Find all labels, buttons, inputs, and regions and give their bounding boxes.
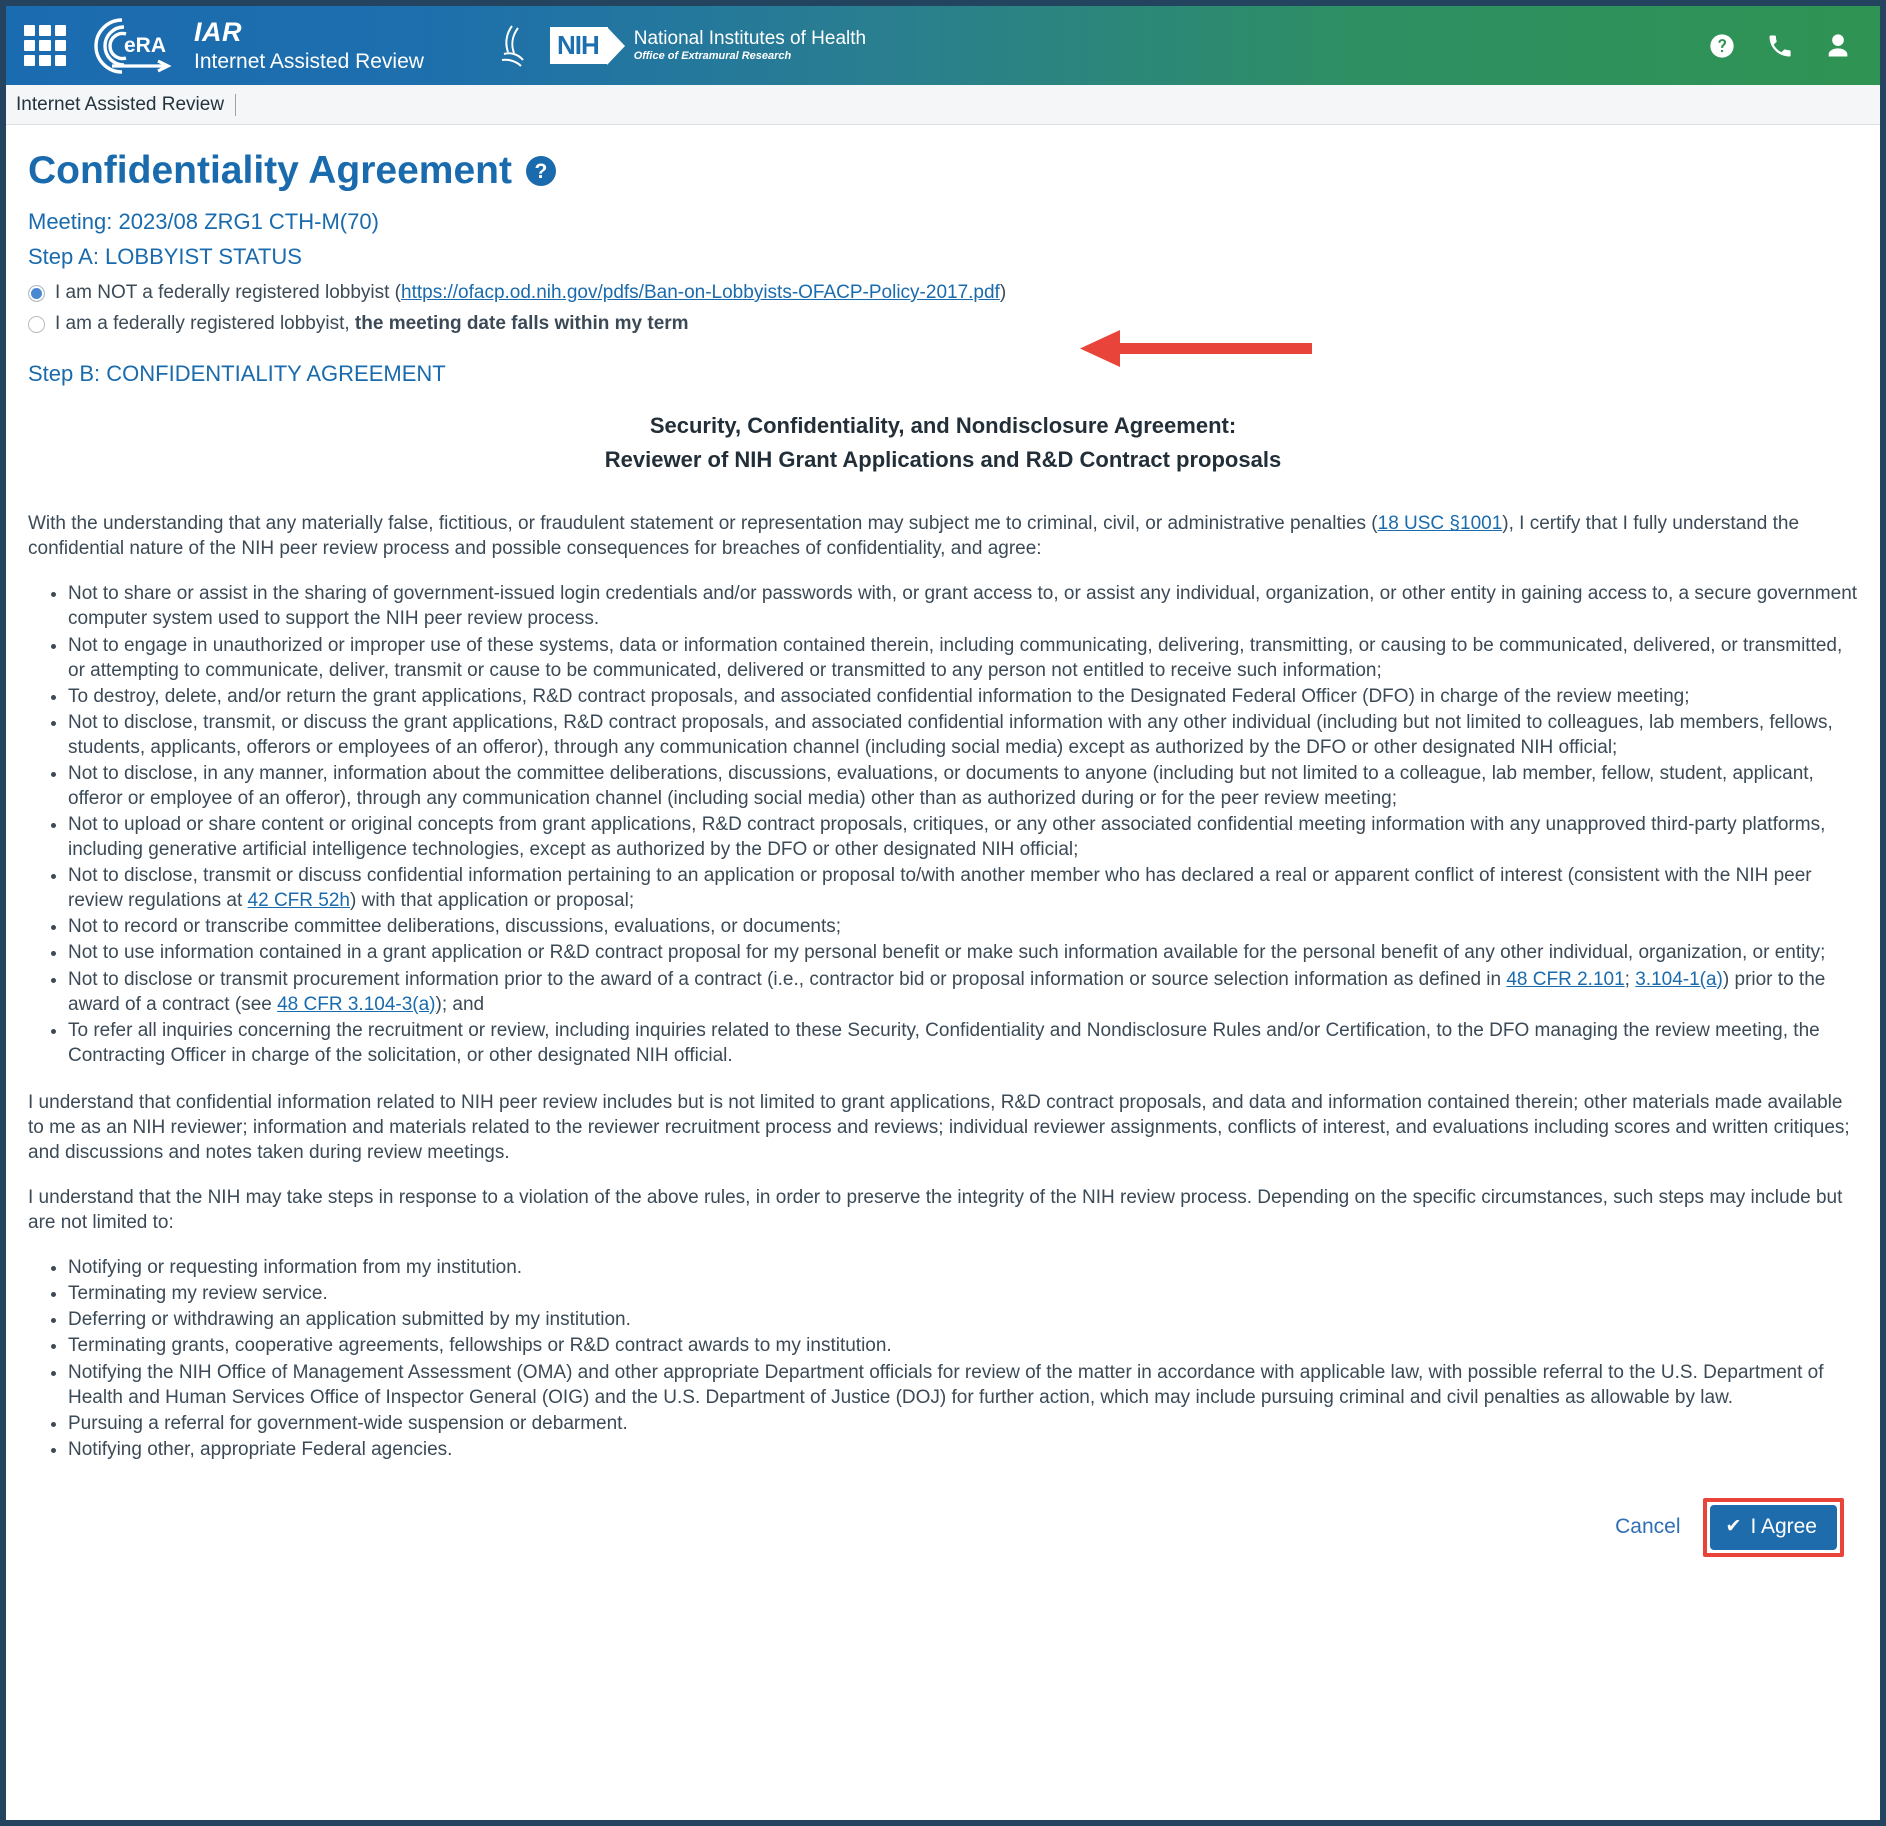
page-help-icon[interactable]: ? xyxy=(525,156,556,186)
app-title-block: IAR Internet Assisted Review xyxy=(194,17,424,74)
step-b-heading: Step B: CONFIDENTIALITY AGREEMENT xyxy=(28,361,446,386)
lobbyist-option-2-label: I am a federally registered lobbyist, th… xyxy=(55,313,689,335)
application-window: eRA IAR Internet Assisted Review NIH Nat… xyxy=(6,6,1880,1820)
rule-item: Not to engage in unauthorized or imprope… xyxy=(68,633,1858,683)
cfr-52h-link[interactable]: 42 CFR 52h xyxy=(248,890,350,911)
proc-separator: ; xyxy=(1624,968,1636,990)
agreement-intro-paragraph: With the understanding that any material… xyxy=(28,511,1858,561)
help-icon[interactable] xyxy=(1708,32,1736,60)
nih-subtitle-line: Office of Extramural Research xyxy=(633,50,792,63)
page-title-text: Confidentiality Agreement xyxy=(28,149,512,192)
intro-part-1: With the understanding that any material… xyxy=(28,513,1378,535)
rule-item: Not to share or assist in the sharing of… xyxy=(68,581,1858,631)
era-logo-icon[interactable]: eRA xyxy=(88,14,180,78)
app-full-name: Internet Assisted Review xyxy=(194,49,424,73)
header-actions xyxy=(1708,32,1852,60)
rule-item: To destroy, delete, and/or return the gr… xyxy=(68,684,1858,709)
lobbyist-policy-link[interactable]: https://ofacp.od.nih.gov/pdfs/Ban-on-Lob… xyxy=(401,282,1000,303)
rule-item: Not to use information contained in a gr… xyxy=(68,940,1858,965)
step-a-heading: Step A: LOBBYIST STATUS xyxy=(28,244,302,269)
rule-item: To refer all inquiries concerning the re… xyxy=(68,1018,1858,1068)
i-agree-button[interactable]: ✔ I Agree xyxy=(1709,1504,1837,1550)
step-item: Deferring or withdrawing an application … xyxy=(68,1307,1858,1332)
agreement-title-line-1: Security, Confidentiality, and Nondisclo… xyxy=(649,413,1237,438)
breadcrumb-item-internet-assisted-review[interactable]: Internet Assisted Review xyxy=(16,93,237,116)
cancel-button[interactable]: Cancel xyxy=(1603,1509,1692,1545)
option2-text-bold: the meeting date falls within my term xyxy=(354,313,689,334)
rule-item: Not to disclose, transmit, or discuss th… xyxy=(68,710,1858,760)
paragraph-confidential-information: I understand that confidential informati… xyxy=(28,1091,1850,1163)
rule-item: Not to upload or share content or origin… xyxy=(68,812,1858,862)
step-item: Terminating my review service. xyxy=(68,1281,1858,1306)
step-item: Notifying the NIH Office of Management A… xyxy=(68,1360,1858,1410)
user-icon[interactable] xyxy=(1824,32,1852,60)
lobbyist-option-1[interactable]: I am NOT a federally registered lobbyist… xyxy=(28,282,1858,304)
lobbyist-option-2[interactable]: I am a federally registered lobbyist, th… xyxy=(28,313,1858,335)
cfr-2101-link[interactable]: 48 CFR 2.101 xyxy=(1506,969,1624,990)
nih-badge-text: NIH xyxy=(549,27,625,65)
rule-item: Not to record or transcribe committee de… xyxy=(68,914,1858,939)
radio-not-lobbyist[interactable] xyxy=(28,285,45,302)
form-actions: Cancel ✔ I Agree xyxy=(28,1497,1844,1557)
rule-item: Not to disclose, in any manner, informat… xyxy=(68,761,1858,811)
agreement-title-line-2: Reviewer of NIH Grant Applications and R… xyxy=(604,447,1282,473)
step-item: Terminating grants, cooperative agreemen… xyxy=(68,1333,1858,1358)
page-content: Confidentiality Agreement ? Meeting: 202… xyxy=(6,125,1880,1557)
meeting-label: Meeting: 2023/08 ZRG1 CTH-M(70) xyxy=(28,209,379,234)
page-title: Confidentiality Agreement ? xyxy=(28,149,1858,193)
agreement-rules-list: Not to share or assist in the sharing of… xyxy=(28,581,1858,1067)
violation-steps-list: Notifying or requesting information from… xyxy=(28,1255,1858,1462)
svg-text:eRA: eRA xyxy=(124,34,166,57)
lobbyist-option-1-label: I am NOT a federally registered lobbyist… xyxy=(55,282,1006,304)
hhs-logo-icon xyxy=(496,22,536,70)
option2-text-plain: I am a federally registered lobbyist, xyxy=(55,313,355,334)
top-header-bar: eRA IAR Internet Assisted Review NIH Nat… xyxy=(6,6,1880,85)
proc-part-1: Not to disclose or transmit procurement … xyxy=(68,968,1507,990)
rule-item-procurement: Not to disclose or transmit procurement … xyxy=(68,967,1858,1017)
cfr-3104-1a-link[interactable]: 3.104-1(a) xyxy=(1635,969,1723,990)
nih-logo: NIH National Institutes of Health Office… xyxy=(549,27,867,65)
usc-1001-link[interactable]: 18 USC §1001 xyxy=(1378,513,1503,534)
proc-part-3: ); and xyxy=(435,993,485,1015)
step-item: Notifying other, appropriate Federal age… xyxy=(68,1437,1858,1462)
phone-icon[interactable] xyxy=(1766,32,1794,60)
radio-is-lobbyist[interactable] xyxy=(28,316,45,333)
nih-title-line: National Institutes of Health xyxy=(633,27,867,49)
breadcrumb: Internet Assisted Review xyxy=(6,85,1880,125)
rule-item-conflict-of-interest: Not to disclose, transmit or discuss con… xyxy=(68,863,1858,913)
cfr-3104-3a-link[interactable]: 48 CFR 3.104-3(a) xyxy=(277,994,435,1015)
step-item: Notifying or requesting information from… xyxy=(68,1255,1858,1280)
option1-text-after: ) xyxy=(999,282,1007,303)
coi-part-2: ) with that application or proposal; xyxy=(350,890,635,912)
agree-button-highlight: ✔ I Agree xyxy=(1702,1497,1844,1557)
step-item: Pursuing a referral for government-wide … xyxy=(68,1411,1858,1436)
agreement-title: Security, Confidentiality, and Nondisclo… xyxy=(28,409,1858,477)
paragraph-violation-steps: I understand that the NIH may take steps… xyxy=(28,1187,1843,1234)
app-abbreviation: IAR xyxy=(194,16,242,47)
check-icon: ✔ xyxy=(1725,1516,1742,1538)
option1-text-before: I am NOT a federally registered lobbyist… xyxy=(55,282,402,303)
waffle-menu-icon[interactable] xyxy=(24,24,66,67)
i-agree-label: I Agree xyxy=(1750,1514,1817,1538)
